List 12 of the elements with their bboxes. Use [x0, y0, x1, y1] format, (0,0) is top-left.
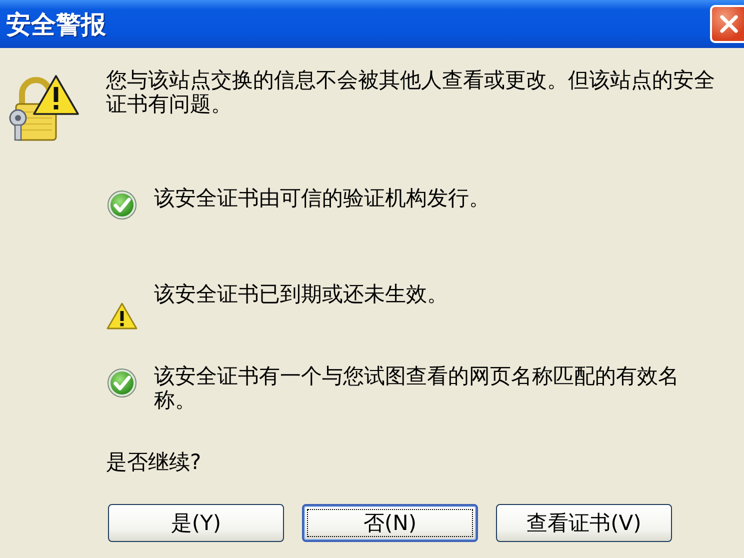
dialog-button[interactable]: 查看证书(V) [496, 504, 672, 542]
dialog-button[interactable]: 是(Y) [108, 504, 284, 542]
status-text: 该安全证书已到期或还未生效。 [154, 282, 449, 306]
status-text: 该安全证书由可信的验证机构发行。 [154, 186, 491, 210]
status-text: 该安全证书有一个与您试图查看的网页名称匹配的有效名称。 [154, 364, 680, 412]
window-title: 安全警报 [6, 8, 106, 40]
prompt-text: 是否继续? [106, 450, 202, 474]
padlock-warning-icon [8, 74, 82, 142]
close-button[interactable] [710, 5, 744, 43]
dialog-button[interactable]: 否(N) [302, 504, 478, 542]
warning-message: 您与该站点交换的信息不会被其他人查看或更改。但该站点的安全证书有问题。 [106, 68, 716, 118]
close-icon [718, 13, 740, 35]
